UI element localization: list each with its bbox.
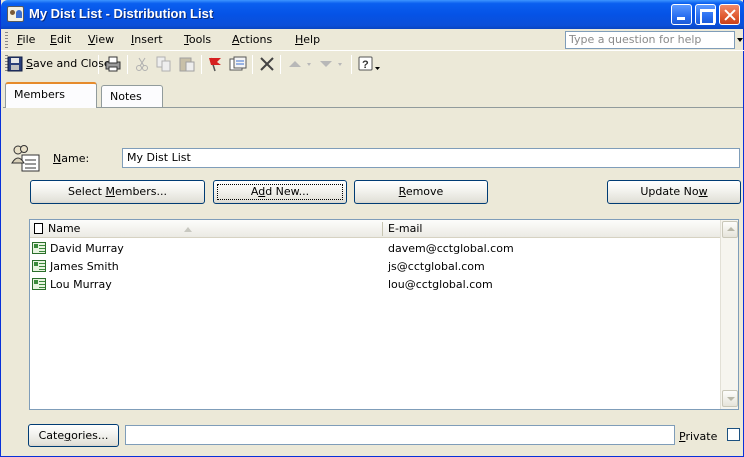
menu-view[interactable]: View (88, 33, 114, 46)
name-field[interactable]: My Dist List (122, 148, 740, 168)
save-and-close-button[interactable]: Save and Close (7, 56, 111, 72)
sort-ascending-icon (184, 227, 192, 232)
flag-icon[interactable] (207, 56, 223, 72)
members-list[interactable]: Name E-mail David Murray davem@cctglobal… (29, 219, 739, 410)
ask-question-box[interactable]: Type a question for help (565, 31, 735, 49)
distribution-list-icon (11, 145, 40, 172)
svg-text:?: ? (362, 59, 369, 71)
title-bar[interactable]: My Dist List - Distribution List (1, 0, 744, 29)
menubar-grip[interactable] (5, 32, 8, 48)
member-row[interactable]: James Smith js@cctglobal.com (30, 258, 720, 275)
save-icon (7, 56, 23, 72)
member-name: Lou Murray (50, 278, 112, 291)
paste-icon[interactable] (178, 56, 196, 72)
private-checkbox[interactable] (727, 428, 740, 441)
menu-insert[interactable]: Insert (131, 33, 163, 46)
copy-icon[interactable] (156, 56, 172, 72)
close-button[interactable] (719, 4, 740, 25)
member-row[interactable]: Lou Murray lou@cctglobal.com (30, 276, 720, 293)
toolbar-separator (252, 55, 253, 74)
member-name: David Murray (50, 242, 124, 255)
print-icon[interactable] (104, 56, 122, 72)
next-item-icon[interactable] (318, 56, 348, 72)
name-label: Name: (53, 152, 90, 165)
maximize-button[interactable] (695, 4, 716, 25)
help-icon[interactable]: ? (358, 56, 382, 72)
contact-icon (32, 260, 46, 272)
scroll-up-button[interactable] (722, 221, 738, 238)
member-name: James Smith (50, 260, 119, 273)
contact-icon (32, 278, 46, 290)
minimize-button[interactable] (671, 4, 692, 25)
menu-edit[interactable]: Edit (50, 33, 71, 46)
contact-icon (32, 242, 46, 254)
vertical-scrollbar[interactable] (720, 220, 738, 409)
select-members-button[interactable]: Select Members... (30, 180, 205, 204)
update-now-button[interactable]: Update Now (607, 180, 741, 204)
member-email: lou@cctglobal.com (388, 278, 493, 291)
menu-file[interactable]: File (17, 33, 35, 46)
toolbar-separator (351, 55, 352, 74)
toolbar-separator (201, 55, 202, 74)
distribution-list-icon[interactable] (7, 6, 24, 22)
remove-button[interactable]: Remove (354, 180, 488, 204)
members-list-header: Name E-mail (30, 220, 720, 238)
scroll-down-button[interactable] (722, 390, 738, 407)
tab-members[interactable]: Members (5, 82, 97, 108)
column-divider[interactable] (382, 222, 383, 236)
cut-icon[interactable] (134, 56, 150, 72)
categories-button[interactable]: Categories... (28, 424, 119, 447)
categories-field[interactable] (125, 425, 675, 445)
column-header-name[interactable]: Name (48, 222, 80, 235)
standard-toolbar: Save and Close ? (1, 52, 744, 76)
menu-actions[interactable]: Actions (232, 33, 272, 46)
distribution-list-window: My Dist List - Distribution List File Ed… (0, 0, 744, 457)
menu-tools[interactable]: Tools (184, 33, 211, 46)
member-email: js@cctglobal.com (388, 260, 485, 273)
ask-question-dropdown-icon[interactable] (737, 38, 743, 42)
new-item-icon[interactable] (229, 56, 247, 72)
column-header-email[interactable]: E-mail (388, 222, 423, 235)
tab-strip: Members Notes (1, 82, 744, 108)
window-title: My Dist List - Distribution List (29, 6, 214, 21)
menu-help[interactable]: Help (295, 33, 320, 46)
previous-item-icon[interactable] (287, 56, 317, 72)
tab-notes[interactable]: Notes (101, 85, 163, 107)
toolbar-separator (127, 55, 128, 74)
toolbar-separator (280, 55, 281, 74)
document-icon (34, 223, 43, 234)
member-email: davem@cctglobal.com (388, 242, 514, 255)
private-label: Private (679, 430, 718, 443)
toolbar-separator (98, 55, 99, 74)
add-new-button[interactable]: Add New... (213, 180, 347, 204)
member-row[interactable]: David Murray davem@cctglobal.com (30, 240, 720, 257)
delete-icon[interactable] (259, 56, 275, 72)
